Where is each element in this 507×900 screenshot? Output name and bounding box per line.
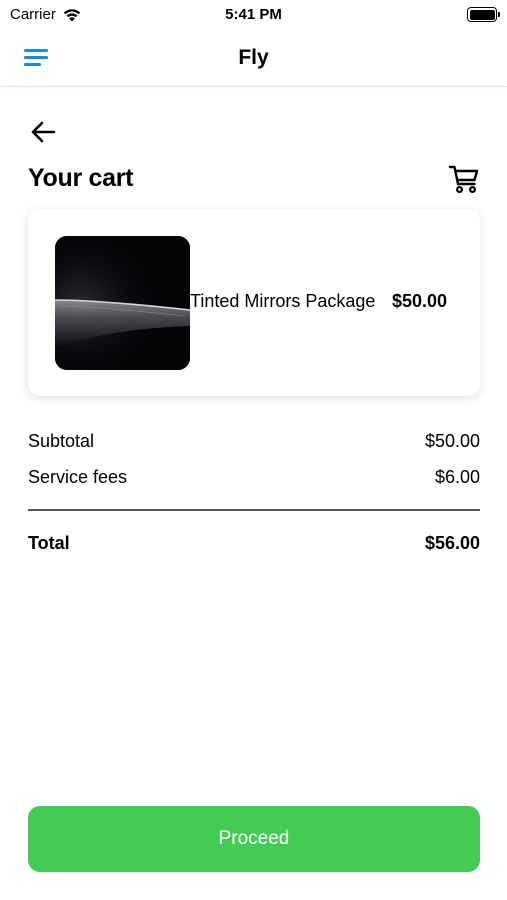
nav-bar: Fly	[0, 30, 507, 87]
battery-icon	[467, 7, 500, 22]
total-label: Total	[28, 533, 70, 553]
app-title: Fly	[238, 46, 269, 69]
subtotal-label: Subtotal	[28, 431, 95, 451]
clock: 5:41 PM	[225, 6, 282, 23]
service-fees-label: Service fees	[28, 467, 128, 487]
proceed-button[interactable]: Proceed	[28, 806, 480, 872]
service-fees-value: $6.00	[434, 467, 480, 487]
subtotal-value: $50.00	[424, 431, 480, 451]
product-name: Tinted Mirrors Package	[190, 291, 376, 311]
cart-item-card[interactable]: Tinted Mirrors Package $50.00	[28, 209, 480, 396]
page-title: Your cart	[28, 164, 134, 192]
status-bar: Carrier 5:41 PM	[0, 0, 507, 30]
shopping-cart-icon[interactable]	[448, 164, 480, 194]
back-arrow-icon[interactable]	[30, 120, 56, 144]
total-value: $56.00	[424, 533, 480, 553]
product-image	[55, 236, 190, 370]
summary-divider	[28, 509, 480, 511]
product-price: $50.00	[392, 291, 448, 311]
